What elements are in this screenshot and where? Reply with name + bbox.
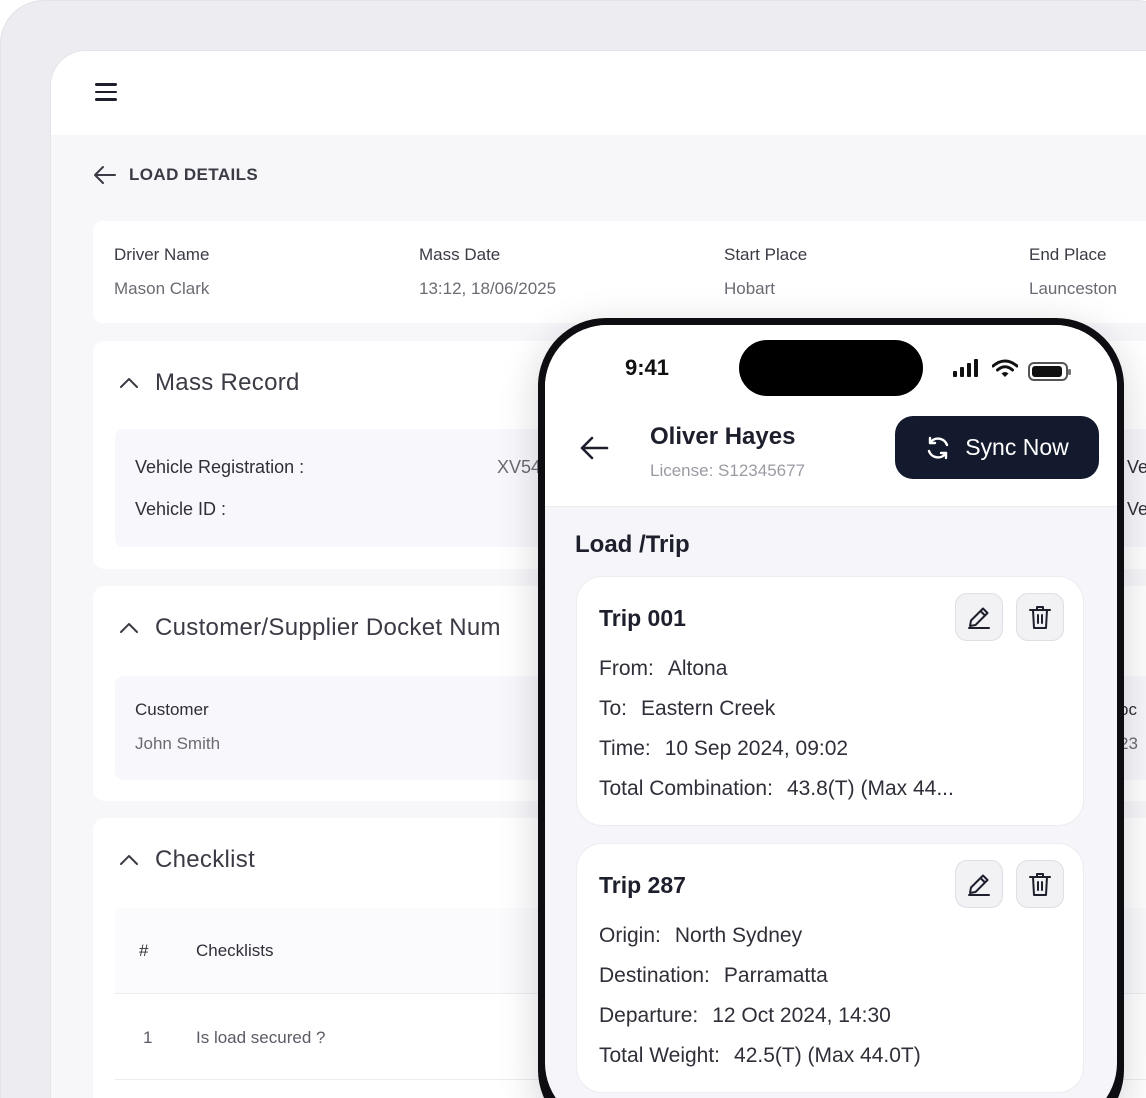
trip-line-key: Departure:: [599, 1004, 699, 1027]
trip-line-value: 12 Oct 2024, 14:30: [712, 1004, 891, 1027]
trip-line-value: 10 Sep 2024, 09:02: [664, 737, 849, 760]
trip-card[interactable]: Trip 287 Origin: North Sydney Destination…: [576, 843, 1084, 1093]
edit-button[interactable]: [955, 860, 1003, 908]
menu-icon[interactable]: [95, 83, 117, 101]
trip-line: Total Weight: 42.5(T) (Max 44.0T): [599, 1044, 921, 1068]
trip-line-key: Destination:: [599, 964, 710, 987]
vehicle-registration-value: XV54: [497, 457, 542, 477]
trip-line-value: Eastern Creek: [641, 697, 776, 720]
trip-line: Total Combination: 43.8(T) (Max 44...: [599, 777, 954, 801]
info-driver-name: Driver Name Mason Clark: [114, 245, 209, 299]
trip-line-key: Origin:: [599, 924, 661, 947]
info-value: Hobart: [724, 279, 776, 298]
signal-icon: [953, 359, 978, 377]
trip-card[interactable]: Trip 001 From: Altona To: Eastern Creek Ti…: [576, 576, 1084, 826]
vehicle-field-label: Ve: [1127, 457, 1146, 477]
info-mass-date: Mass Date 13:12, 18/06/2025: [419, 245, 556, 299]
trip-line-key: From:: [599, 657, 654, 680]
trip-line-value: Parramatta: [723, 964, 828, 987]
chevron-up-icon[interactable]: [119, 622, 139, 634]
trip-line-value: 42.5(T) (Max 44.0T): [734, 1044, 921, 1067]
phone-frame: 9:41 Oliver Hayes License: S12345677 Syn…: [538, 318, 1124, 1098]
sync-now-button[interactable]: Sync Now: [895, 416, 1099, 479]
page-title: LOAD DETAILS: [129, 165, 259, 184]
wifi-icon: [992, 359, 1018, 377]
trip-title: Trip 287: [599, 872, 686, 898]
pencil-icon: [968, 607, 990, 629]
back-arrow-icon[interactable]: [93, 165, 117, 185]
license-number: License: S12345677: [650, 461, 806, 480]
top-bar: [51, 51, 1146, 135]
info-start-place: Start Place Hobart: [724, 245, 807, 299]
info-label: Driver Name: [114, 245, 210, 264]
section-title: Load /Trip: [575, 531, 690, 558]
trash-icon: [1029, 606, 1051, 629]
battery-icon: [1028, 362, 1071, 381]
dynamic-island: [739, 340, 923, 396]
phone-screen: 9:41 Oliver Hayes License: S12345677 Syn…: [545, 325, 1117, 1098]
vehicle-id-label: Vehicle ID :: [135, 499, 227, 519]
trip-line: Origin: North Sydney: [599, 924, 802, 948]
trip-line: From: Altona: [599, 657, 727, 681]
load-info-card: Driver Name Mason Clark Mass Date 13:12,…: [93, 221, 1146, 323]
status-time: 9:41: [625, 355, 670, 380]
driver-name: Oliver Hayes: [650, 423, 796, 450]
info-label: Start Place: [724, 245, 808, 264]
trip-line: Destination: Parramatta: [599, 964, 828, 988]
trash-icon: [1029, 873, 1051, 896]
sync-icon: [928, 436, 949, 459]
trip-line-key: Total Weight:: [599, 1044, 721, 1067]
trip-line-key: To:: [599, 697, 628, 720]
trip-line: Time: 10 Sep 2024, 09:02: [599, 737, 848, 761]
status-bar: 9:41: [545, 325, 1117, 403]
row-text: Is load secured ?: [196, 1028, 326, 1047]
pencil-icon: [968, 874, 990, 896]
trip-line-key: Time:: [599, 737, 651, 760]
chevron-up-icon[interactable]: [119, 377, 139, 389]
chevron-up-icon[interactable]: [119, 854, 139, 866]
info-value: Launceston: [1029, 279, 1117, 298]
delete-button[interactable]: [1016, 593, 1064, 641]
vehicle-field-label: Ve: [1127, 499, 1146, 519]
trip-title: Trip 001: [599, 605, 686, 631]
checklist-header[interactable]: Checklist: [119, 846, 255, 874]
trip-line-value: Altona: [667, 657, 728, 680]
customer-value: John Smith: [135, 734, 221, 753]
customer-label: Customer: [135, 700, 209, 719]
trip-line: To: Eastern Creek: [599, 697, 775, 721]
delete-button[interactable]: [1016, 860, 1064, 908]
trip-line: Departure: 12 Oct 2024, 14:30: [599, 1004, 891, 1028]
section-title: Customer/Supplier Docket Num: [155, 614, 501, 641]
trip-line-value: 43.8(T) (Max 44...: [786, 777, 954, 800]
column-header-checklists: Checklists: [196, 941, 274, 960]
column-header-num: #: [139, 941, 149, 960]
vehicle-registration-label: Vehicle Registration :: [135, 457, 305, 477]
section-title: Checklist: [155, 846, 256, 873]
docket-header[interactable]: Customer/Supplier Docket Num: [119, 614, 501, 642]
row-num: 1: [143, 1028, 153, 1047]
info-value: 13:12, 18/06/2025: [419, 279, 557, 298]
info-label: End Place: [1029, 245, 1107, 264]
trip-line-key: Total Combination:: [599, 777, 773, 800]
info-value: Mason Clark: [114, 279, 210, 298]
info-label: Mass Date: [419, 245, 501, 264]
edit-button[interactable]: [955, 593, 1003, 641]
back-arrow-icon[interactable]: [579, 435, 609, 461]
sync-label: Sync Now: [965, 434, 1069, 460]
phone-header: Oliver Hayes License: S12345677 Sync Now: [545, 403, 1117, 507]
trip-line-value: North Sydney: [674, 924, 803, 947]
info-end-place: End Place Launceston: [1029, 245, 1117, 299]
page-header: LOAD DETAILS: [93, 165, 258, 185]
mass-record-header[interactable]: Mass Record: [119, 369, 300, 397]
section-title: Mass Record: [155, 369, 300, 396]
